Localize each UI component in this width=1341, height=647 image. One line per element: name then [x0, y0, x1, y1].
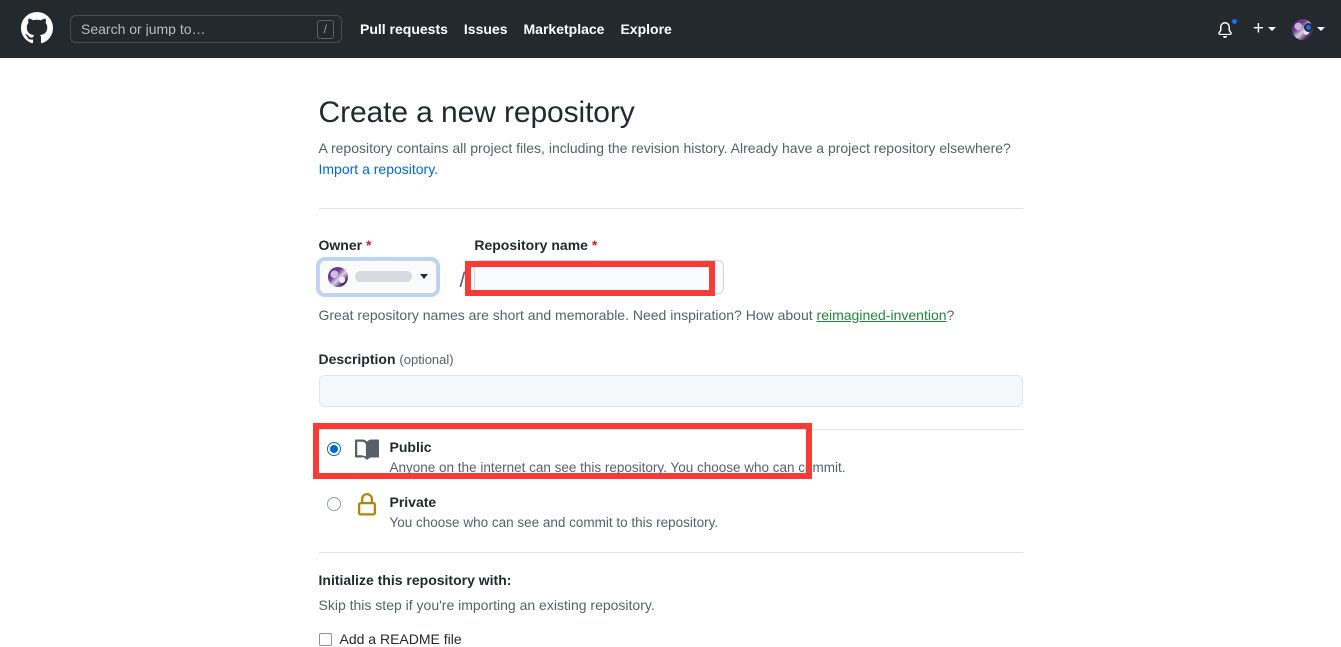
github-logo-link[interactable]	[20, 11, 54, 47]
notification-unread-dot	[1229, 17, 1239, 26]
add-readme-row[interactable]: Add a README file	[318, 631, 1023, 647]
nav-item-issues[interactable]: Issues	[464, 21, 508, 37]
visibility-options: Public Anyone on the internet can see th…	[319, 430, 1023, 540]
add-readme-label: Add a README file	[339, 631, 462, 647]
lock-icon	[355, 492, 379, 517]
owner-name-separator: /	[459, 268, 466, 292]
new-repository-form: Create a new repository A repository con…	[318, 58, 1023, 647]
repository-name-label: Repository name *	[474, 238, 724, 252]
visibility-option-public[interactable]: Public Anyone on the internet can see th…	[319, 430, 1023, 485]
repository-name-hint: Great repository names are short and mem…	[319, 305, 1023, 326]
page-title: Create a new repository	[318, 96, 635, 129]
avatar-unread-dot	[1304, 22, 1313, 32]
private-option-text: Private You choose who can see and commi…	[390, 493, 719, 533]
visibility-option-private[interactable]: Private You choose who can see and commi…	[319, 485, 1023, 540]
plus-icon: +	[1252, 17, 1264, 39]
import-repository-link[interactable]: Import a repository.	[319, 161, 439, 177]
private-description: You choose who can see and commit to thi…	[389, 514, 719, 530]
primary-nav: Pull requests Issues Marketplace Explore	[360, 21, 672, 37]
owner-avatar	[327, 266, 348, 287]
create-new-button[interactable]: +	[1252, 17, 1276, 39]
search-input[interactable]: Search or jump to… /	[70, 15, 342, 43]
nav-item-explore[interactable]: Explore	[620, 21, 671, 37]
owner-required-marker: *	[365, 236, 372, 253]
owner-and-name-row: Owner * / Repository name *	[318, 238, 1023, 294]
divider-after-visibility	[318, 552, 1023, 554]
owner-field: Owner *	[318, 238, 451, 294]
owner-label: Owner *	[319, 238, 451, 252]
github-mark-icon	[21, 11, 53, 47]
owner-name-redacted	[354, 271, 412, 283]
private-title: Private	[389, 493, 437, 510]
repository-name-field: Repository name *	[474, 238, 725, 294]
divider-top	[318, 207, 1023, 209]
search-shortcut-badge: /	[316, 19, 334, 39]
add-readme-checkbox[interactable]	[318, 632, 332, 646]
repository-name-label-text: Repository name	[474, 236, 588, 253]
public-radio[interactable]	[326, 441, 341, 456]
user-menu-button[interactable]	[1292, 18, 1325, 40]
suggested-repository-name-link[interactable]: reimagined-invention	[817, 307, 947, 323]
search-placeholder-text: Search or jump to…	[81, 22, 206, 36]
repository-name-required-marker: *	[591, 236, 598, 253]
public-title: Public	[389, 438, 432, 455]
global-header: Search or jump to… / Pull requests Issue…	[0, 0, 1341, 58]
nav-item-marketplace[interactable]: Marketplace	[524, 21, 605, 37]
owner-select-button[interactable]	[318, 259, 437, 294]
description-input[interactable]	[318, 374, 1023, 407]
description-optional-note: (optional)	[399, 351, 454, 367]
public-description: Anyone on the internet can see this repo…	[389, 460, 846, 476]
repository-name-input[interactable]	[474, 259, 725, 294]
notifications-button[interactable]	[1217, 17, 1239, 39]
nav-item-pull-requests[interactable]: Pull requests	[360, 21, 448, 37]
description-label: Description (optional)	[319, 351, 454, 367]
initialize-subtitle: Skip this step if you're importing an ex…	[318, 597, 655, 614]
owner-label-text: Owner	[318, 236, 363, 253]
header-actions: +	[1217, 0, 1325, 58]
page-lead: A repository contains all project files,…	[319, 138, 1023, 181]
description-label-text: Description	[318, 350, 396, 367]
repository-name-hint-suffix: ?	[946, 306, 955, 323]
repository-name-hint-prefix: Great repository names are short and mem…	[318, 306, 817, 323]
private-radio[interactable]	[326, 496, 341, 511]
public-option-text: Public Anyone on the internet can see th…	[390, 438, 846, 478]
description-field: Description (optional)	[318, 351, 1023, 407]
initialize-title: Initialize this repository with:	[318, 572, 512, 589]
chevron-down-icon	[1317, 27, 1325, 31]
initialize-section: Initialize this repository with: Skip th…	[318, 570, 1023, 647]
chevron-down-icon	[1268, 27, 1276, 31]
repo-book-icon	[354, 438, 379, 462]
chevron-down-icon	[419, 274, 428, 280]
page-lead-text: A repository contains all project files,…	[318, 139, 1011, 156]
